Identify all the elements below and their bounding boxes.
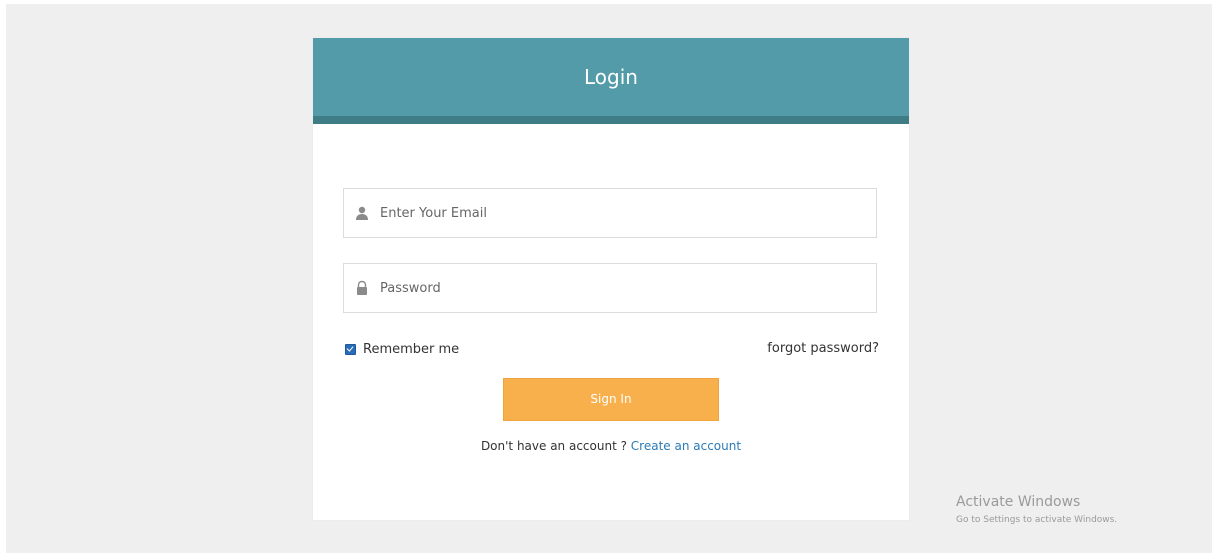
remember-checkbox[interactable] (345, 343, 356, 355)
user-icon (354, 205, 370, 221)
lock-icon (354, 280, 370, 296)
login-header: Login (313, 38, 909, 124)
remember-me[interactable]: Remember me (345, 341, 459, 357)
signup-prompt: Don't have an account ? (480, 439, 631, 453)
forgot-password-link[interactable]: forgot password? (767, 341, 879, 356)
watermark-title: Activate Windows (956, 494, 1081, 510)
email-input[interactable] (380, 189, 860, 237)
remember-label: Remember me (363, 341, 460, 357)
activate-windows-watermark: Activate Windows Go to Settings to activ… (956, 494, 1117, 527)
login-title: Login (584, 65, 638, 89)
signup-row: Don't have an account ? Create an accoun… (313, 439, 909, 453)
password-field[interactable] (343, 263, 877, 313)
email-field[interactable] (343, 188, 877, 238)
sign-in-button[interactable]: Sign In (503, 378, 719, 421)
create-account-link[interactable]: Create an account (631, 439, 741, 453)
watermark-subtitle: Go to Settings to activate Windows. (956, 515, 1118, 525)
login-card: Login Remember me forgot password? Sign … (313, 38, 909, 520)
password-input[interactable] (380, 264, 860, 312)
